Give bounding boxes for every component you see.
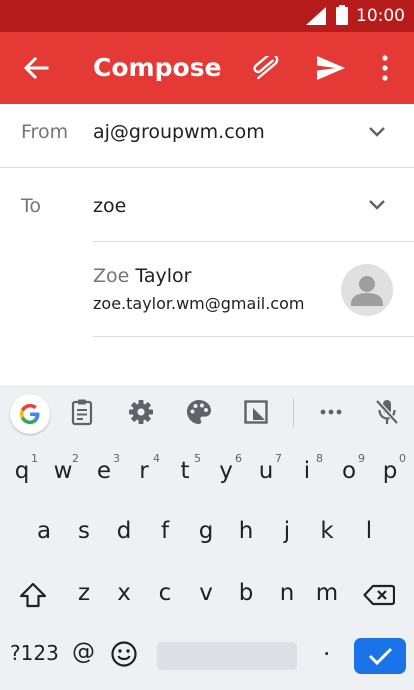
key-s[interactable]: s xyxy=(64,507,104,555)
suggestion-name-match: Zoe xyxy=(93,265,130,287)
app-bar: Compose xyxy=(0,32,414,104)
at-key[interactable]: @ xyxy=(72,639,95,665)
key-hint: 3 xyxy=(113,452,120,465)
more-vert-icon[interactable] xyxy=(378,54,392,82)
mic-off-icon[interactable] xyxy=(372,397,402,427)
enter-key[interactable] xyxy=(354,638,406,674)
key-hint: 6 xyxy=(235,452,242,465)
key-u[interactable]: u7 xyxy=(246,447,286,495)
key-t[interactable]: t5 xyxy=(165,447,205,495)
space-key[interactable] xyxy=(157,642,297,670)
keyboard: q1w2e3r4t5y6u7i8o9p0 asdfghjkl zxcvbnm ?… xyxy=(0,385,414,690)
chevron-down-icon[interactable] xyxy=(366,124,388,140)
chevron-down-icon[interactable] xyxy=(366,197,388,213)
person-icon xyxy=(351,276,383,306)
clipboard-icon[interactable] xyxy=(67,397,97,427)
page-title: Compose xyxy=(93,53,222,82)
key-hint: 7 xyxy=(275,452,282,465)
suggestion-name-rest: Taylor xyxy=(129,265,192,287)
key-j[interactable]: j xyxy=(267,507,307,555)
key-c[interactable]: c xyxy=(145,569,185,617)
suggestion-email: zoe.taylor.wm@gmail.com xyxy=(93,294,305,313)
send-icon[interactable] xyxy=(316,54,346,82)
key-hint: 5 xyxy=(194,452,201,465)
key-hint: 9 xyxy=(358,452,365,465)
key-v[interactable]: v xyxy=(186,569,226,617)
divider xyxy=(93,241,414,242)
to-label: To xyxy=(21,195,42,217)
key-w[interactable]: w2 xyxy=(43,447,83,495)
signal-icon xyxy=(306,7,326,25)
key-e[interactable]: e3 xyxy=(84,447,124,495)
emoji-icon[interactable] xyxy=(110,640,138,668)
key-l[interactable]: l xyxy=(349,507,389,555)
toolbar-divider xyxy=(293,399,294,427)
divider xyxy=(0,167,414,168)
key-k[interactable]: k xyxy=(307,507,347,555)
key-hint: 1 xyxy=(31,452,38,465)
keyboard-toolbar xyxy=(0,385,414,441)
key-f[interactable]: f xyxy=(145,507,185,555)
to-field[interactable]: zoe xyxy=(93,195,126,217)
battery-icon xyxy=(336,5,348,25)
key-p[interactable]: p0 xyxy=(370,447,410,495)
crop-icon[interactable] xyxy=(241,397,271,427)
divider xyxy=(93,336,414,337)
key-r[interactable]: r4 xyxy=(124,447,164,495)
key-i[interactable]: i8 xyxy=(287,447,327,495)
key-hint: 2 xyxy=(72,452,79,465)
key-hint: 0 xyxy=(399,452,406,465)
key-y[interactable]: y6 xyxy=(206,447,246,495)
more-horiz-icon[interactable] xyxy=(316,397,346,427)
arrow-left-icon[interactable] xyxy=(22,54,50,82)
key-d[interactable]: d xyxy=(104,507,144,555)
gear-icon[interactable] xyxy=(126,397,156,427)
key-hint: 8 xyxy=(316,452,323,465)
key-b[interactable]: b xyxy=(226,569,266,617)
google-g-icon[interactable] xyxy=(10,394,50,434)
from-field[interactable]: aj@groupwm.com xyxy=(93,121,265,143)
status-time: 10:00 xyxy=(356,6,405,26)
from-label: From xyxy=(21,121,69,143)
key-q[interactable]: q1 xyxy=(2,447,42,495)
key-x[interactable]: x xyxy=(104,569,144,617)
key-z[interactable]: z xyxy=(64,569,104,617)
avatar xyxy=(341,264,393,316)
shift-icon[interactable] xyxy=(18,581,48,609)
key-m[interactable]: m xyxy=(307,569,347,617)
key-a[interactable]: a xyxy=(24,507,64,555)
status-bar: 10:00 xyxy=(0,0,414,32)
key-g[interactable]: g xyxy=(186,507,226,555)
suggestion-name: Zoe Taylor xyxy=(93,265,191,287)
key-h[interactable]: h xyxy=(226,507,266,555)
symbols-key[interactable]: ?123 xyxy=(10,641,59,665)
key-n[interactable]: n xyxy=(267,569,307,617)
key-hint: 4 xyxy=(153,452,160,465)
period-key[interactable]: . xyxy=(323,635,330,661)
paperclip-icon[interactable] xyxy=(253,56,285,82)
check-icon xyxy=(368,647,393,666)
key-o[interactable]: o9 xyxy=(329,447,369,495)
palette-icon[interactable] xyxy=(184,397,214,427)
backspace-icon[interactable] xyxy=(363,584,395,606)
